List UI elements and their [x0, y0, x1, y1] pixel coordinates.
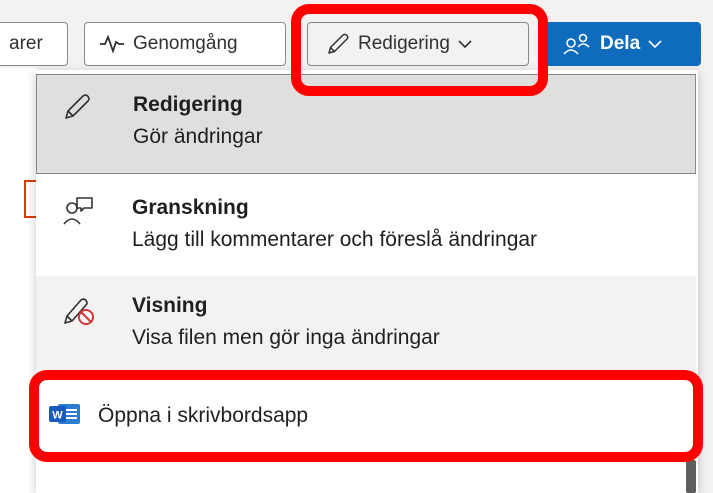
menu-item-description: Visa filen men gör inga ändringar — [132, 326, 440, 349]
no-edit-icon — [64, 298, 94, 325]
comments-button[interactable]: arer — [0, 22, 68, 66]
share-label: Dela — [600, 33, 641, 54]
pencil-icon — [65, 94, 90, 119]
highlight-box — [29, 370, 703, 462]
pulse-icon — [100, 34, 124, 54]
people-icon — [563, 33, 590, 55]
menu-item-title: Redigering — [133, 93, 243, 116]
menu-item-title: Visning — [132, 294, 208, 317]
menu-item-title: Granskning — [132, 196, 249, 219]
menu-item-description: Lägg till kommentarer och föreslå ändrin… — [132, 228, 538, 251]
comments-label: arer — [9, 33, 43, 54]
review-label: Genomgång — [133, 33, 238, 54]
scrollbar[interactable] — [686, 460, 696, 493]
document-element — [24, 180, 36, 218]
review-button[interactable]: Genomgång — [84, 22, 286, 66]
highlight-box — [291, 4, 548, 96]
review-person-icon — [63, 197, 93, 225]
menu-item-reviewing[interactable]: Granskning Lägg till kommentarer och för… — [36, 178, 696, 274]
chevron-down-icon — [648, 40, 662, 49]
share-button[interactable]: Dela — [545, 22, 701, 66]
menu-item-viewing[interactable]: Visning Visa filen men gör inga ändringa… — [36, 276, 696, 374]
menu-item-description: Gör ändringar — [133, 125, 263, 148]
